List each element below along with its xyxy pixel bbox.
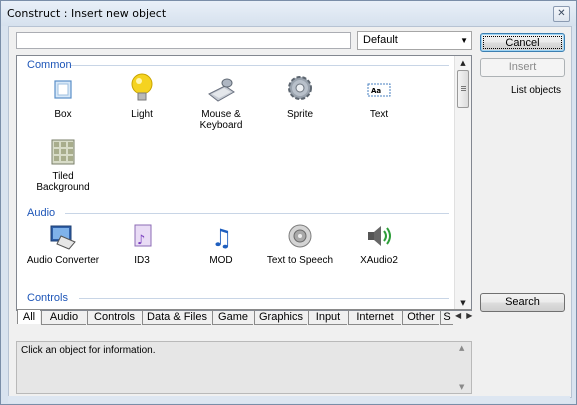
object-item-box[interactable]: Box <box>23 76 103 120</box>
chevron-down-icon: ▼ <box>460 36 468 45</box>
info-scrollbar[interactable]: ▲ ▼ <box>455 342 471 393</box>
cancel-button[interactable]: Cancel <box>480 33 565 52</box>
tab-other[interactable]: Other <box>402 310 439 325</box>
object-label: XAudio2 <box>360 255 398 266</box>
info-text: Click an object for information. <box>21 345 156 356</box>
object-item-sprite[interactable]: Sprite <box>260 74 340 120</box>
window-title: Construct : Insert new object <box>7 7 167 20</box>
tab-audio[interactable]: Audio <box>41 310 86 325</box>
tab-scroll-arrows-icon[interactable]: ◀ ▶ <box>455 311 472 320</box>
object-item-id3[interactable]: ♪ ID3 <box>102 222 182 266</box>
search-button[interactable]: Search <box>480 293 565 312</box>
scroll-thumb[interactable] <box>457 70 469 108</box>
title-bar: Construct : Insert new object ✕ <box>1 1 576 26</box>
scroll-down-icon[interactable]: ▼ <box>459 383 464 391</box>
object-label: Light <box>131 109 153 120</box>
object-item-tiled-background[interactable]: Tiled Background <box>23 138 103 193</box>
id3-icon: ♪ <box>128 222 156 250</box>
object-label: Audio Converter <box>26 255 100 266</box>
object-info-panel: Click an object for information. ▲ ▼ <box>16 341 472 394</box>
close-icon[interactable]: ✕ <box>553 6 570 22</box>
category-filter-dropdown[interactable]: Default ▼ <box>357 31 472 50</box>
section-heading-audio: Audio <box>27 207 56 219</box>
list-objects-link[interactable]: List objects <box>511 85 561 96</box>
mouse-keyboard-icon <box>207 76 235 104</box>
text-icon: Aa <box>365 76 393 104</box>
object-label: Sprite <box>286 109 314 120</box>
object-label: ID3 <box>134 255 150 266</box>
object-item-text-to-speech[interactable]: Text to Speech <box>260 222 340 266</box>
tab-internet[interactable]: Internet <box>348 310 401 325</box>
object-label: Tiled Background <box>36 171 90 193</box>
speaker-icon <box>286 222 314 250</box>
vertical-scrollbar[interactable]: ▲ ▼ <box>454 56 471 310</box>
lightbulb-icon <box>128 72 156 104</box>
cancel-button-label: Cancel <box>483 36 562 49</box>
svg-text:♪: ♪ <box>137 233 145 248</box>
tab-controls[interactable]: Controls <box>87 310 141 325</box>
object-label: Mouse & Keyboard <box>199 109 243 131</box>
box-icon <box>49 76 77 104</box>
audio-converter-icon <box>49 222 77 250</box>
xaudio-icon <box>365 222 393 250</box>
dropdown-value: Default <box>363 34 398 46</box>
tab-game[interactable]: Game <box>212 310 253 325</box>
section-divider <box>71 65 449 66</box>
section-heading-common: Common <box>27 59 72 71</box>
svg-text:♫: ♫ <box>211 224 233 250</box>
tiled-background-icon <box>49 138 77 166</box>
section-divider <box>79 298 449 299</box>
bottom-edge <box>8 396 570 403</box>
search-input[interactable] <box>16 32 351 49</box>
gear-icon <box>286 74 314 104</box>
object-item-mod[interactable]: ♫ MOD <box>181 222 261 266</box>
tab-graphics[interactable]: Graphics <box>254 310 307 325</box>
object-list[interactable]: Common Box Light Mouse & Keyboard Sprite… <box>16 55 472 311</box>
object-label: Text to Speech <box>266 255 334 266</box>
tab-input[interactable]: Input <box>308 310 347 325</box>
object-label: Text <box>369 109 389 120</box>
object-item-light[interactable]: Light <box>102 72 182 120</box>
dialog-window: Construct : Insert new object ✕ Default … <box>0 0 577 405</box>
svg-text:Aa: Aa <box>371 87 381 95</box>
object-label: MOD <box>209 255 233 266</box>
tab-data-files[interactable]: Data & Files <box>142 310 211 325</box>
scroll-up-icon[interactable]: ▲ <box>459 344 464 352</box>
insert-button[interactable]: Insert <box>480 58 565 77</box>
object-item-audio-converter[interactable]: Audio Converter <box>17 222 111 266</box>
object-label: Box <box>54 109 72 120</box>
section-heading-controls: Controls <box>27 292 68 304</box>
dialog-client: Default ▼ Common Box Light Mouse & Keybo… <box>8 26 572 398</box>
tab-all[interactable]: All <box>17 310 40 324</box>
object-item-text[interactable]: Aa Text <box>339 76 419 120</box>
object-item-mouse-keyboard[interactable]: Mouse & Keyboard <box>181 76 261 131</box>
music-note-icon: ♫ <box>207 222 235 252</box>
section-divider <box>65 213 449 214</box>
scroll-up-icon[interactable]: ▲ <box>455 56 471 70</box>
tab-partial[interactable]: S <box>440 310 453 325</box>
object-item-xaudio2[interactable]: XAudio2 <box>339 222 419 266</box>
category-tabs: All Audio Controls Data & Files Game Gra… <box>17 309 472 326</box>
scroll-down-icon[interactable]: ▼ <box>455 296 471 310</box>
